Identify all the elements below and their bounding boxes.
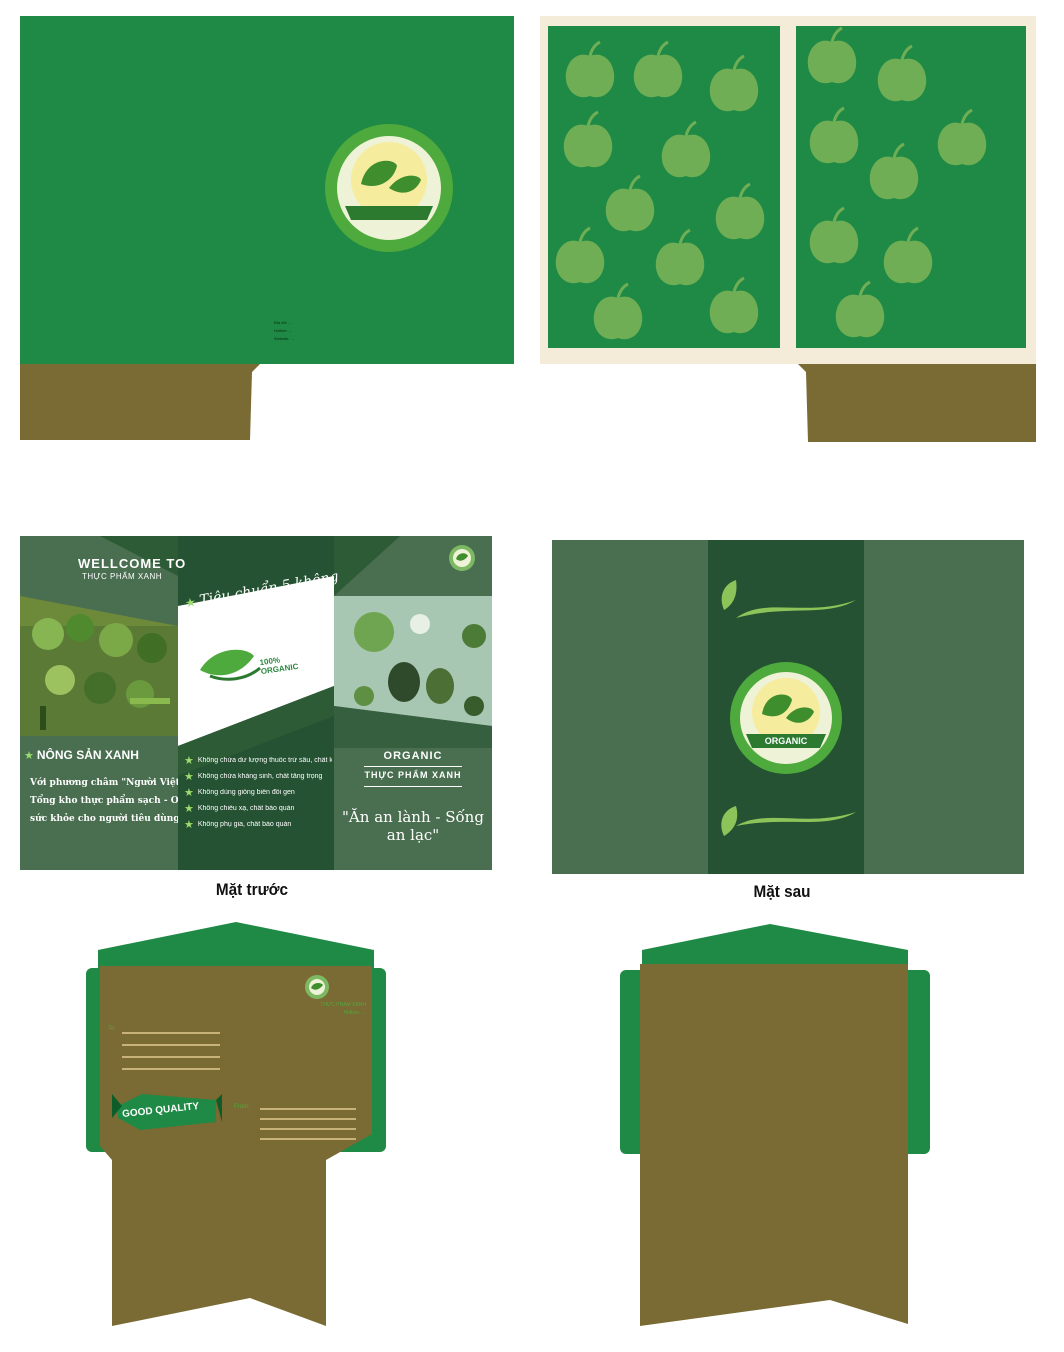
slogan: "Ăn an lành - Sống an lạc" xyxy=(342,808,484,844)
label-line xyxy=(364,766,462,767)
address-line xyxy=(122,1032,220,1034)
envelope-brand-line: THỰC PHẨM XANH xyxy=(320,1002,366,1008)
list-item: ★ Không chiếu xạ, chất bảo quản xyxy=(184,800,332,816)
contact-info: Địa chỉ: ... Hotline: ... Website: ... xyxy=(274,320,384,344)
welcome-title: WELLCOME TO xyxy=(78,556,187,571)
list-item-text: Không chứa kháng sinh, chất tăng trọng xyxy=(197,772,323,780)
leaf-swoosh-bottom xyxy=(721,806,856,836)
star-icon: ★ xyxy=(184,818,194,831)
brand-label: THỰC PHẨM XANH xyxy=(364,770,462,780)
organic-logo xyxy=(730,662,842,774)
organic-logo xyxy=(325,124,453,252)
from-label: From: xyxy=(234,1104,250,1110)
address-line xyxy=(260,1118,356,1120)
to-label: To: xyxy=(108,1026,117,1032)
address-line xyxy=(260,1128,356,1130)
caption-front: Mặt trước xyxy=(215,880,289,899)
label-line xyxy=(364,786,462,787)
section-heading: ★ NÔNG SẢN XANH xyxy=(24,748,139,762)
vegetables-photo xyxy=(20,614,178,736)
small-logo-icon xyxy=(449,545,475,571)
apple-pattern xyxy=(554,26,988,341)
list-item: ★ Không dùng giống biến đổi gen xyxy=(184,784,332,800)
address-line xyxy=(260,1108,356,1110)
logo-text: ORGANIC xyxy=(764,736,808,746)
folder-pocket-flap xyxy=(20,364,260,440)
brochure-back-left xyxy=(552,540,708,874)
list-item: ★ Không phụ gia, chất bảo quản xyxy=(184,816,332,832)
brochure-back-right xyxy=(864,540,1024,874)
caption-back: Mặt sau xyxy=(753,882,811,901)
address-line xyxy=(260,1138,356,1140)
star-icon: ★ xyxy=(24,749,34,762)
address-line xyxy=(122,1068,220,1070)
description-line: Với phương châm "Người Việt, Nghĩ Việt" xyxy=(30,778,178,788)
address-line xyxy=(122,1056,220,1058)
envelope-shape xyxy=(620,924,930,1326)
description: Với phương châm "Người Việt, Nghĩ Việt" … xyxy=(30,774,178,828)
star-icon: ★ xyxy=(184,770,194,783)
folder-pocket-flap xyxy=(798,364,1036,442)
list-item-text: Không phụ gia, chất bảo quản xyxy=(197,820,292,828)
list-item-text: Không dùng giống biến đổi gen xyxy=(197,788,295,796)
list-item-text: Không chiếu xạ, chất bảo quản xyxy=(197,804,295,812)
standards-list: ★ Không chứa dư lượng thuốc trừ sâu, chất… xyxy=(184,752,332,832)
envelope-brand-line: Hotline: ... xyxy=(343,1010,366,1016)
description-line: sức khỏe cho người tiêu dùng, thông tin … xyxy=(30,814,178,824)
organic-badge-logo xyxy=(200,649,261,681)
welcome-subtitle: THỰC PHẨM XANH xyxy=(82,572,163,581)
avocado-photo xyxy=(354,612,486,716)
folder-cover: Địa chỉ: ... Hotline: ... Website: ... xyxy=(20,16,514,444)
envelope-back xyxy=(620,922,930,1342)
star-icon: ★ xyxy=(184,786,194,799)
leaf-swoosh-top xyxy=(721,580,856,618)
list-item: ★ Không chứa kháng sinh, chất tăng trọng xyxy=(184,768,332,784)
list-item: ★ Không chứa dư lượng thuốc trừ sâu, chất… xyxy=(184,752,332,768)
contact-line: Website: ... xyxy=(274,336,294,341)
list-item-text: Không chứa dư lượng thuốc trừ sâu, chất … xyxy=(197,756,332,764)
star-icon: ★ xyxy=(184,754,194,767)
contact-line: Hotline: ... xyxy=(274,328,293,333)
description-line: Tổng kho thực phẩm sạch - Organic mang l… xyxy=(30,796,178,806)
organic-label: ORGANIC xyxy=(383,750,443,762)
brochure-front: WELLCOME TO THỰC PHẨM XANH ★ Tiêu chuẩn … xyxy=(20,536,492,870)
folder-inside xyxy=(540,16,1036,446)
section-title: NÔNG SẢN XANH xyxy=(36,748,139,762)
address-line xyxy=(122,1044,220,1046)
brochure-back: ORGANIC xyxy=(552,540,1024,874)
star-icon: ★ xyxy=(184,802,194,815)
envelope-brand-icon xyxy=(305,975,329,999)
envelope-front: THỰC PHẨM XANH Hotline: ... To: GOOD QUA… xyxy=(86,920,386,1342)
contact-line: Địa chỉ: ... xyxy=(274,320,292,325)
star-icon: ★ xyxy=(183,594,197,611)
